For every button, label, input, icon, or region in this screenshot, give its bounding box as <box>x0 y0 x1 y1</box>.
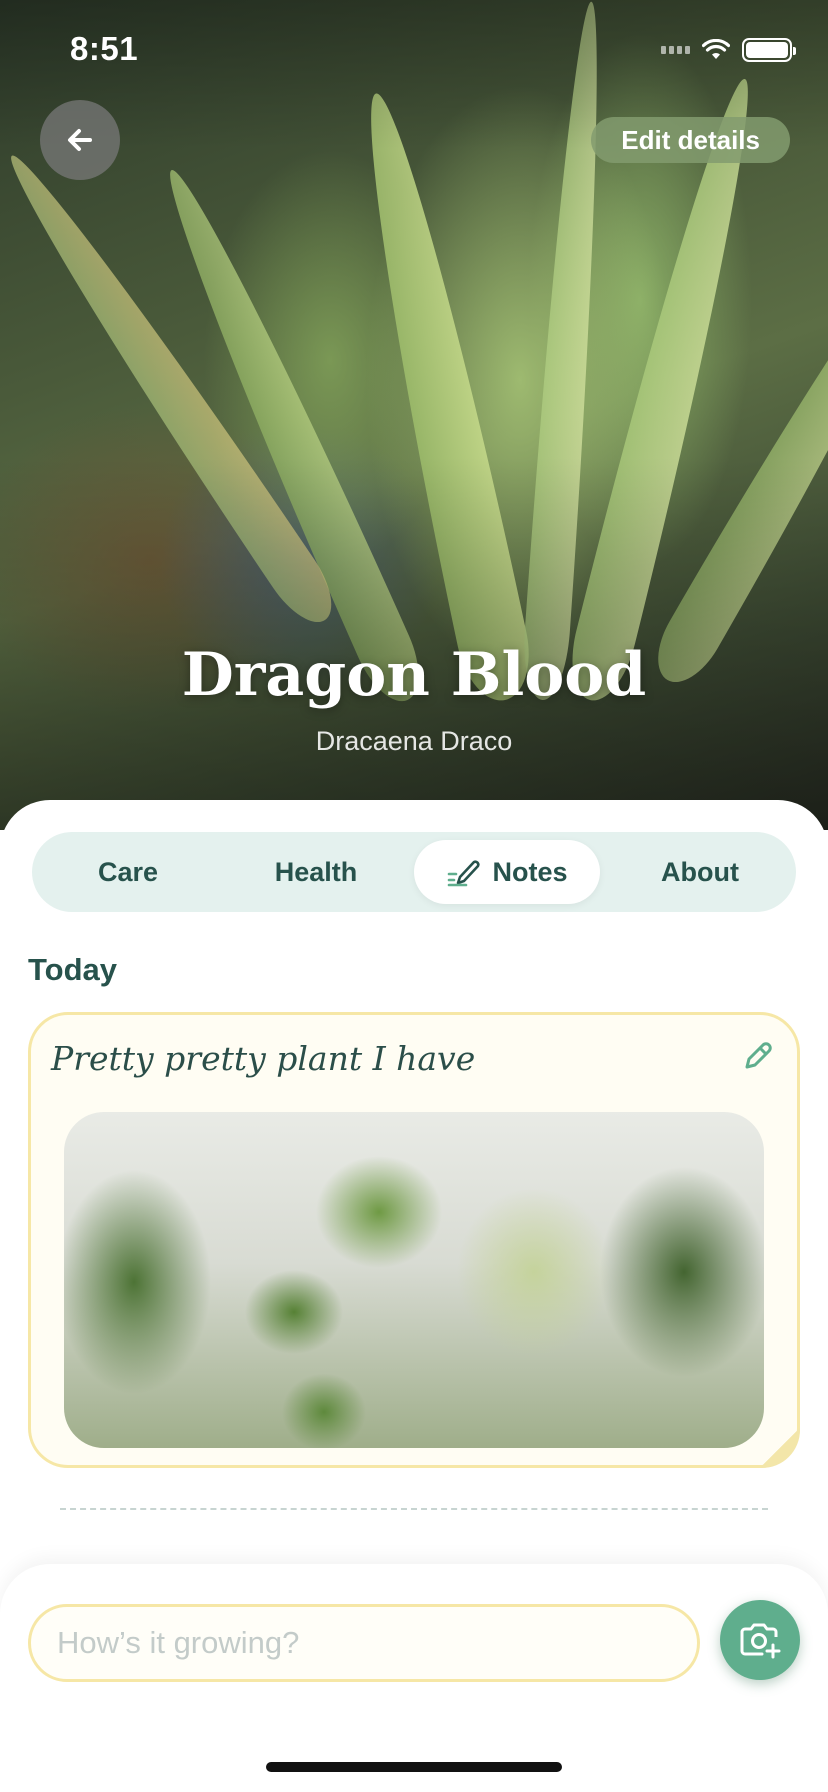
tab-health[interactable]: Health <box>228 840 404 904</box>
cellular-signal-icon <box>661 46 690 54</box>
tab-health-label: Health <box>274 856 358 887</box>
tab-about-label: About <box>661 856 739 887</box>
plant-scientific-name: Dracaena Draco <box>315 726 513 756</box>
back-button[interactable] <box>40 100 120 180</box>
notes-date-heading: Today <box>28 952 117 987</box>
pencil-lines-icon <box>448 860 481 887</box>
dashed-divider <box>60 1508 768 1510</box>
edit-details-button[interactable]: Edit details <box>591 117 790 163</box>
tab-about[interactable]: About <box>612 840 788 904</box>
tab-care-label: Care <box>97 856 159 887</box>
note-text: Pretty pretty plant I have <box>51 1039 476 1078</box>
pencil-icon[interactable] <box>741 1039 775 1073</box>
plant-name: Dragon Blood <box>181 640 647 710</box>
note-card[interactable]: Pretty pretty plant I have <box>28 1012 800 1468</box>
plant-hero-photo: 8:51 Edit details Dragon Blood Dracaena … <box>0 0 828 830</box>
note-corner-fold <box>760 1428 800 1468</box>
wifi-icon <box>702 39 730 59</box>
status-icons <box>661 38 796 62</box>
plant-detail-sheet: Care Health Notes About Today Pretty pre… <box>0 800 828 1792</box>
status-time: 8:51 <box>70 30 139 67</box>
battery-icon <box>742 38 796 62</box>
note-composer <box>0 1564 828 1792</box>
tab-notes[interactable]: Notes <box>414 840 600 904</box>
camera-plus-icon <box>740 1623 781 1659</box>
note-input[interactable] <box>28 1604 700 1682</box>
tab-bar: Care Health Notes About <box>32 832 796 912</box>
add-photo-button[interactable] <box>720 1600 800 1680</box>
arrow-left-icon <box>68 129 92 151</box>
tab-notes-label: Notes <box>492 856 568 887</box>
home-indicator <box>266 1762 562 1772</box>
tab-care[interactable]: Care <box>40 840 216 904</box>
note-photo[interactable] <box>64 1112 764 1448</box>
